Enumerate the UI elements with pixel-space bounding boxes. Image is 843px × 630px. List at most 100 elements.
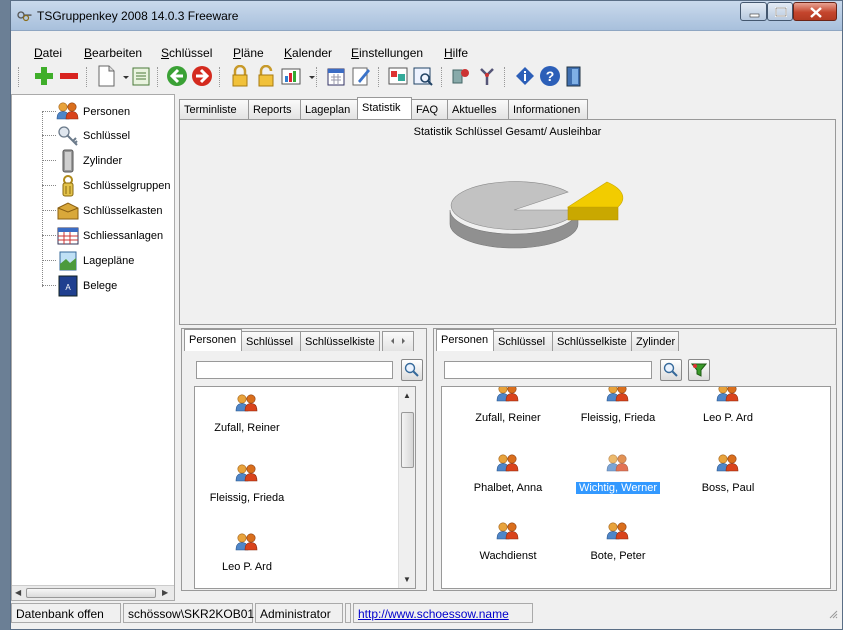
maximize-button[interactable] xyxy=(767,2,793,21)
list-item-person[interactable]: Bote, Peter xyxy=(566,522,670,572)
tab-lageplan[interactable]: Lageplan xyxy=(300,99,358,119)
exit-button[interactable] xyxy=(563,65,585,87)
list-item-person[interactable]: Phalbet, Anna xyxy=(456,454,560,504)
list-item-person[interactable]: Fleissig, Frieda xyxy=(195,464,299,514)
tab-faq[interactable]: FAQ xyxy=(411,99,448,119)
persons-icon xyxy=(496,522,519,540)
unlock-button[interactable] xyxy=(255,64,277,87)
tab-aktuelles[interactable]: Aktuelles xyxy=(447,99,509,119)
person-label: Zufall, Reiner xyxy=(475,412,541,424)
statistik-panel: Statistik Schlüssel Gesamt/ Ausleihbar xyxy=(179,119,836,325)
tree-item-schluesselkasten[interactable]: Schlüsselkasten xyxy=(42,199,176,223)
calendar-button[interactable] xyxy=(325,65,347,87)
status-spacer xyxy=(345,603,351,623)
list-item-person[interactable]: Zufall, Reiner xyxy=(195,394,299,444)
calendar-icon xyxy=(327,68,345,86)
person-label: Leo P. Ard xyxy=(222,561,272,573)
person-label: Fleissig, Frieda xyxy=(580,412,656,424)
minimize-button[interactable] xyxy=(740,2,767,21)
remove-button[interactable] xyxy=(58,65,80,87)
tree-item-lageplaene[interactable]: Lagepläne xyxy=(42,249,176,273)
person-label: Boss, Paul xyxy=(701,482,755,494)
list-item-person[interactable]: Wachdienst xyxy=(456,522,560,572)
tree-item-schliessanlagen[interactable]: Schliessanlagen xyxy=(42,224,176,248)
resize-grip-icon[interactable] xyxy=(828,609,838,619)
add-button[interactable] xyxy=(33,65,55,87)
chart-dropdown[interactable] xyxy=(301,65,315,87)
status-user: Administrator xyxy=(255,603,343,623)
new-document-dropdown[interactable] xyxy=(115,65,129,87)
list-item-person-selected[interactable]: Wichtig, Werner xyxy=(566,454,670,504)
list-vertical-scrollbar[interactable]: ▲ ▼ xyxy=(398,387,415,588)
tab-schluesselkiste[interactable]: Schlüsselkiste xyxy=(552,331,632,351)
list-item-person[interactable]: Fleissig, Frieda xyxy=(566,387,670,434)
tree-item-zylinder[interactable]: Zylinder xyxy=(42,149,176,173)
search-button[interactable] xyxy=(660,359,682,381)
scrollbar-thumb[interactable] xyxy=(401,412,414,468)
tree-item-belege[interactable]: A Belege xyxy=(42,274,176,298)
filter-button[interactable] xyxy=(688,359,710,381)
toolbar-separator xyxy=(316,67,317,87)
exit-door-icon xyxy=(566,66,581,87)
list-button[interactable] xyxy=(130,65,152,87)
search-button[interactable] xyxy=(401,359,423,381)
person-label: Fleissig, Frieda xyxy=(209,492,285,504)
key-tools-button[interactable] xyxy=(450,65,472,87)
info-button[interactable] xyxy=(514,65,536,87)
list-item-person[interactable]: Boss, Paul xyxy=(676,454,780,504)
list-item-person[interactable]: Zufall, Reiner xyxy=(456,387,560,434)
tab-zylinder[interactable]: Zylinder xyxy=(631,331,679,351)
forward-button[interactable] xyxy=(191,65,213,87)
toolbar-separator xyxy=(219,67,220,87)
tab-scroll-buttons[interactable] xyxy=(382,331,414,351)
arrow-left-icon xyxy=(167,66,187,86)
chart-button[interactable] xyxy=(280,65,302,87)
scrollbar-thumb[interactable] xyxy=(26,588,156,598)
preview-button[interactable] xyxy=(412,65,434,87)
close-button[interactable] xyxy=(793,2,837,21)
report-button[interactable] xyxy=(387,65,409,87)
back-button[interactable] xyxy=(166,65,188,87)
key-tools-icon xyxy=(452,69,469,84)
scroll-down-icon[interactable]: ▼ xyxy=(403,575,411,584)
tab-schluesselkiste[interactable]: Schlüsselkiste xyxy=(300,331,380,351)
pie-chart xyxy=(449,181,624,249)
toolbar-separator xyxy=(378,67,379,87)
persons-list-right: Zufall, Reiner Fleissig, Frieda Leo P. A… xyxy=(441,386,831,589)
list-item-person[interactable]: Leo P. Ard xyxy=(676,387,780,434)
edit-button[interactable] xyxy=(350,65,372,87)
search-input[interactable] xyxy=(444,361,652,379)
scroll-left-icon[interactable]: ◀ xyxy=(15,588,21,597)
app-window: TSGruppenkey 2008 14.0.3 Freeware Datei … xyxy=(10,0,843,630)
search-input[interactable] xyxy=(196,361,393,379)
new-document-button[interactable] xyxy=(95,65,117,87)
pie-slice-ausleihbar-side xyxy=(567,206,619,221)
website-link[interactable]: http://www.schoessow.name xyxy=(353,603,533,623)
minus-icon xyxy=(60,73,78,79)
tree-item-schluesselgruppen[interactable]: Schlüsselgruppen xyxy=(42,174,176,198)
help-icon: ? xyxy=(540,66,560,86)
tab-personen[interactable]: Personen xyxy=(436,329,494,351)
help-button[interactable]: ? xyxy=(539,65,561,87)
tab-informationen[interactable]: Informationen xyxy=(508,99,588,119)
list-item-person[interactable]: Leo P. Ard xyxy=(195,533,299,583)
scroll-right-icon[interactable]: ▶ xyxy=(162,588,168,597)
lock-button[interactable] xyxy=(229,64,251,87)
tab-statistik[interactable]: Statistik xyxy=(357,97,412,119)
navigation-tree: Personen Schlüssel Zylinder Schlüsselgru… xyxy=(11,94,175,601)
tools-icon xyxy=(480,68,494,85)
tree-horizontal-scrollbar[interactable]: ◀ ▶ xyxy=(12,585,174,600)
tab-schluessel[interactable]: Schlüssel xyxy=(241,331,301,351)
toolbar-grip xyxy=(18,67,19,87)
tab-schluessel[interactable]: Schlüssel xyxy=(493,331,553,351)
tree-connector xyxy=(42,210,56,211)
tree-item-schluessel[interactable]: Schlüssel xyxy=(42,124,176,148)
tab-personen[interactable]: Personen xyxy=(184,329,242,351)
tree-item-personen[interactable]: Personen xyxy=(42,100,176,124)
search-icon xyxy=(663,362,678,377)
tools-button[interactable] xyxy=(476,65,498,87)
tree-connector xyxy=(42,185,56,186)
scroll-up-icon[interactable]: ▲ xyxy=(403,391,411,400)
tab-reports[interactable]: Reports xyxy=(248,99,301,119)
tab-terminliste[interactable]: Terminliste xyxy=(179,99,249,119)
